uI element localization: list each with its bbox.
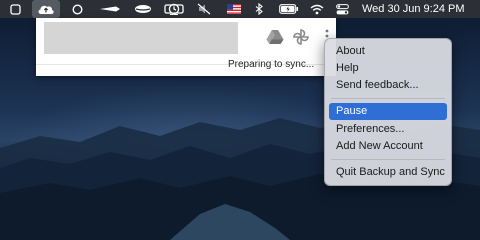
menu-item-quit[interactable]: Quit Backup and Sync	[329, 164, 447, 181]
window-icon[interactable]	[8, 0, 22, 18]
menubar-clock[interactable]: Wed 30 Jun 9:24 PM	[362, 0, 465, 18]
backup-sync-menu: About Help Send feedback... Pause Prefer…	[324, 38, 452, 186]
bluetooth-icon[interactable]	[253, 0, 265, 18]
account-info-redacted	[44, 22, 238, 54]
backup-sync-panel: Preparing to sync...	[36, 18, 336, 76]
lips-icon[interactable]	[132, 0, 154, 18]
control-center-icon[interactable]	[334, 0, 350, 18]
circle-icon[interactable]	[70, 0, 84, 18]
menu-item-pause[interactable]: Pause	[329, 103, 447, 120]
mute-icon[interactable]	[195, 0, 213, 18]
menu-item-about[interactable]: About	[329, 43, 447, 60]
menu-item-help[interactable]: Help	[329, 60, 447, 77]
sync-status-text: Preparing to sync...	[228, 59, 315, 70]
backup-sync-cloud-icon[interactable]	[32, 0, 60, 18]
app-arrow-icon[interactable]	[97, 0, 123, 18]
wifi-icon[interactable]	[308, 0, 326, 18]
battery-icon[interactable]	[278, 0, 300, 18]
google-drive-icon[interactable]	[266, 29, 284, 50]
menu-item-add-new-account[interactable]: Add New Account	[329, 138, 447, 155]
menu-separator	[331, 98, 445, 99]
menu-separator	[331, 159, 445, 160]
menu-item-send-feedback[interactable]: Send feedback...	[329, 77, 447, 94]
menu-item-preferences[interactable]: Preferences...	[329, 121, 447, 138]
menu-bar: Wed 30 Jun 9:24 PM	[0, 0, 480, 18]
google-photos-icon[interactable]	[292, 28, 310, 51]
us-flag-icon[interactable]	[224, 0, 244, 18]
time-machine-icon[interactable]	[165, 0, 183, 18]
